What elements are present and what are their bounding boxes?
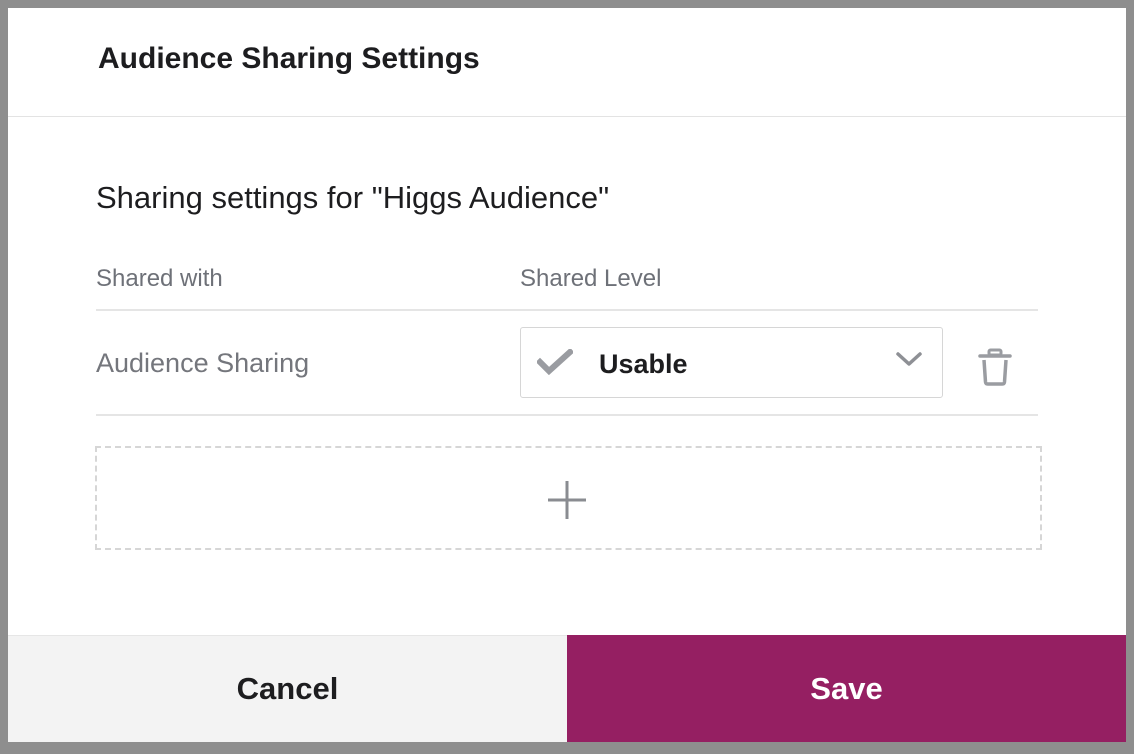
row-divider (96, 414, 1038, 416)
shared-with-value: Audience Sharing (96, 348, 310, 378)
shared-with-column-header: Shared with (96, 265, 223, 292)
dialog-header: Audience Sharing Settings (8, 8, 1126, 117)
cancel-button[interactable]: Cancel (8, 635, 567, 742)
shared-level-select[interactable]: Usable (520, 327, 943, 398)
chevron-down-icon (895, 350, 923, 373)
header-divider (96, 309, 1038, 311)
dialog-title: Audience Sharing Settings (98, 42, 480, 75)
save-button[interactable]: Save (567, 635, 1126, 742)
plus-icon (547, 480, 587, 525)
trash-icon[interactable] (978, 348, 1012, 391)
check-icon (535, 347, 575, 380)
audience-sharing-dialog: Audience Sharing Settings Sharing settin… (8, 8, 1126, 742)
add-share-button[interactable] (95, 446, 1042, 550)
shared-level-value: Usable (599, 349, 688, 379)
sharing-settings-subtitle: Sharing settings for "Higgs Audience" (96, 180, 610, 215)
shared-level-column-header: Shared Level (520, 265, 662, 292)
